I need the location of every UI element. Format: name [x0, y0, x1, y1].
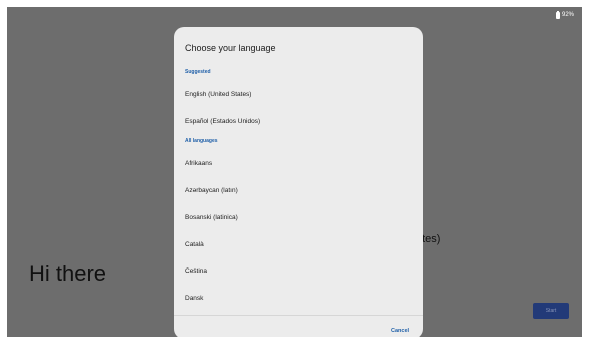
status-bar: 92%: [555, 10, 574, 20]
dialog-divider: [174, 315, 423, 316]
language-option[interactable]: Azərbaycan (latın): [174, 178, 423, 202]
language-option[interactable]: Català: [174, 232, 423, 256]
greeting-title: Hi there: [29, 261, 107, 286]
language-option[interactable]: Afrikaans: [174, 151, 423, 175]
all-languages-header: All languages: [185, 138, 218, 144]
language-dialog: Choose your language Suggested English (…: [174, 27, 423, 337]
suggested-header: Suggested: [185, 69, 211, 75]
device-screen: 92% Hi there ates) Start Choose your lan…: [7, 7, 582, 337]
cancel-button[interactable]: Cancel: [391, 325, 409, 337]
battery-icon: [555, 10, 560, 19]
language-option[interactable]: Čeština: [174, 259, 423, 283]
start-button[interactable]: Start: [533, 303, 569, 319]
language-option[interactable]: Dansk: [174, 286, 423, 310]
language-option[interactable]: Español (Estados Unidos): [174, 109, 423, 133]
language-option[interactable]: Bosanski (latinica): [174, 205, 423, 229]
language-option[interactable]: English (United States): [174, 82, 423, 106]
battery-level: 92%: [561, 12, 574, 18]
dialog-title: Choose your language: [185, 43, 276, 53]
